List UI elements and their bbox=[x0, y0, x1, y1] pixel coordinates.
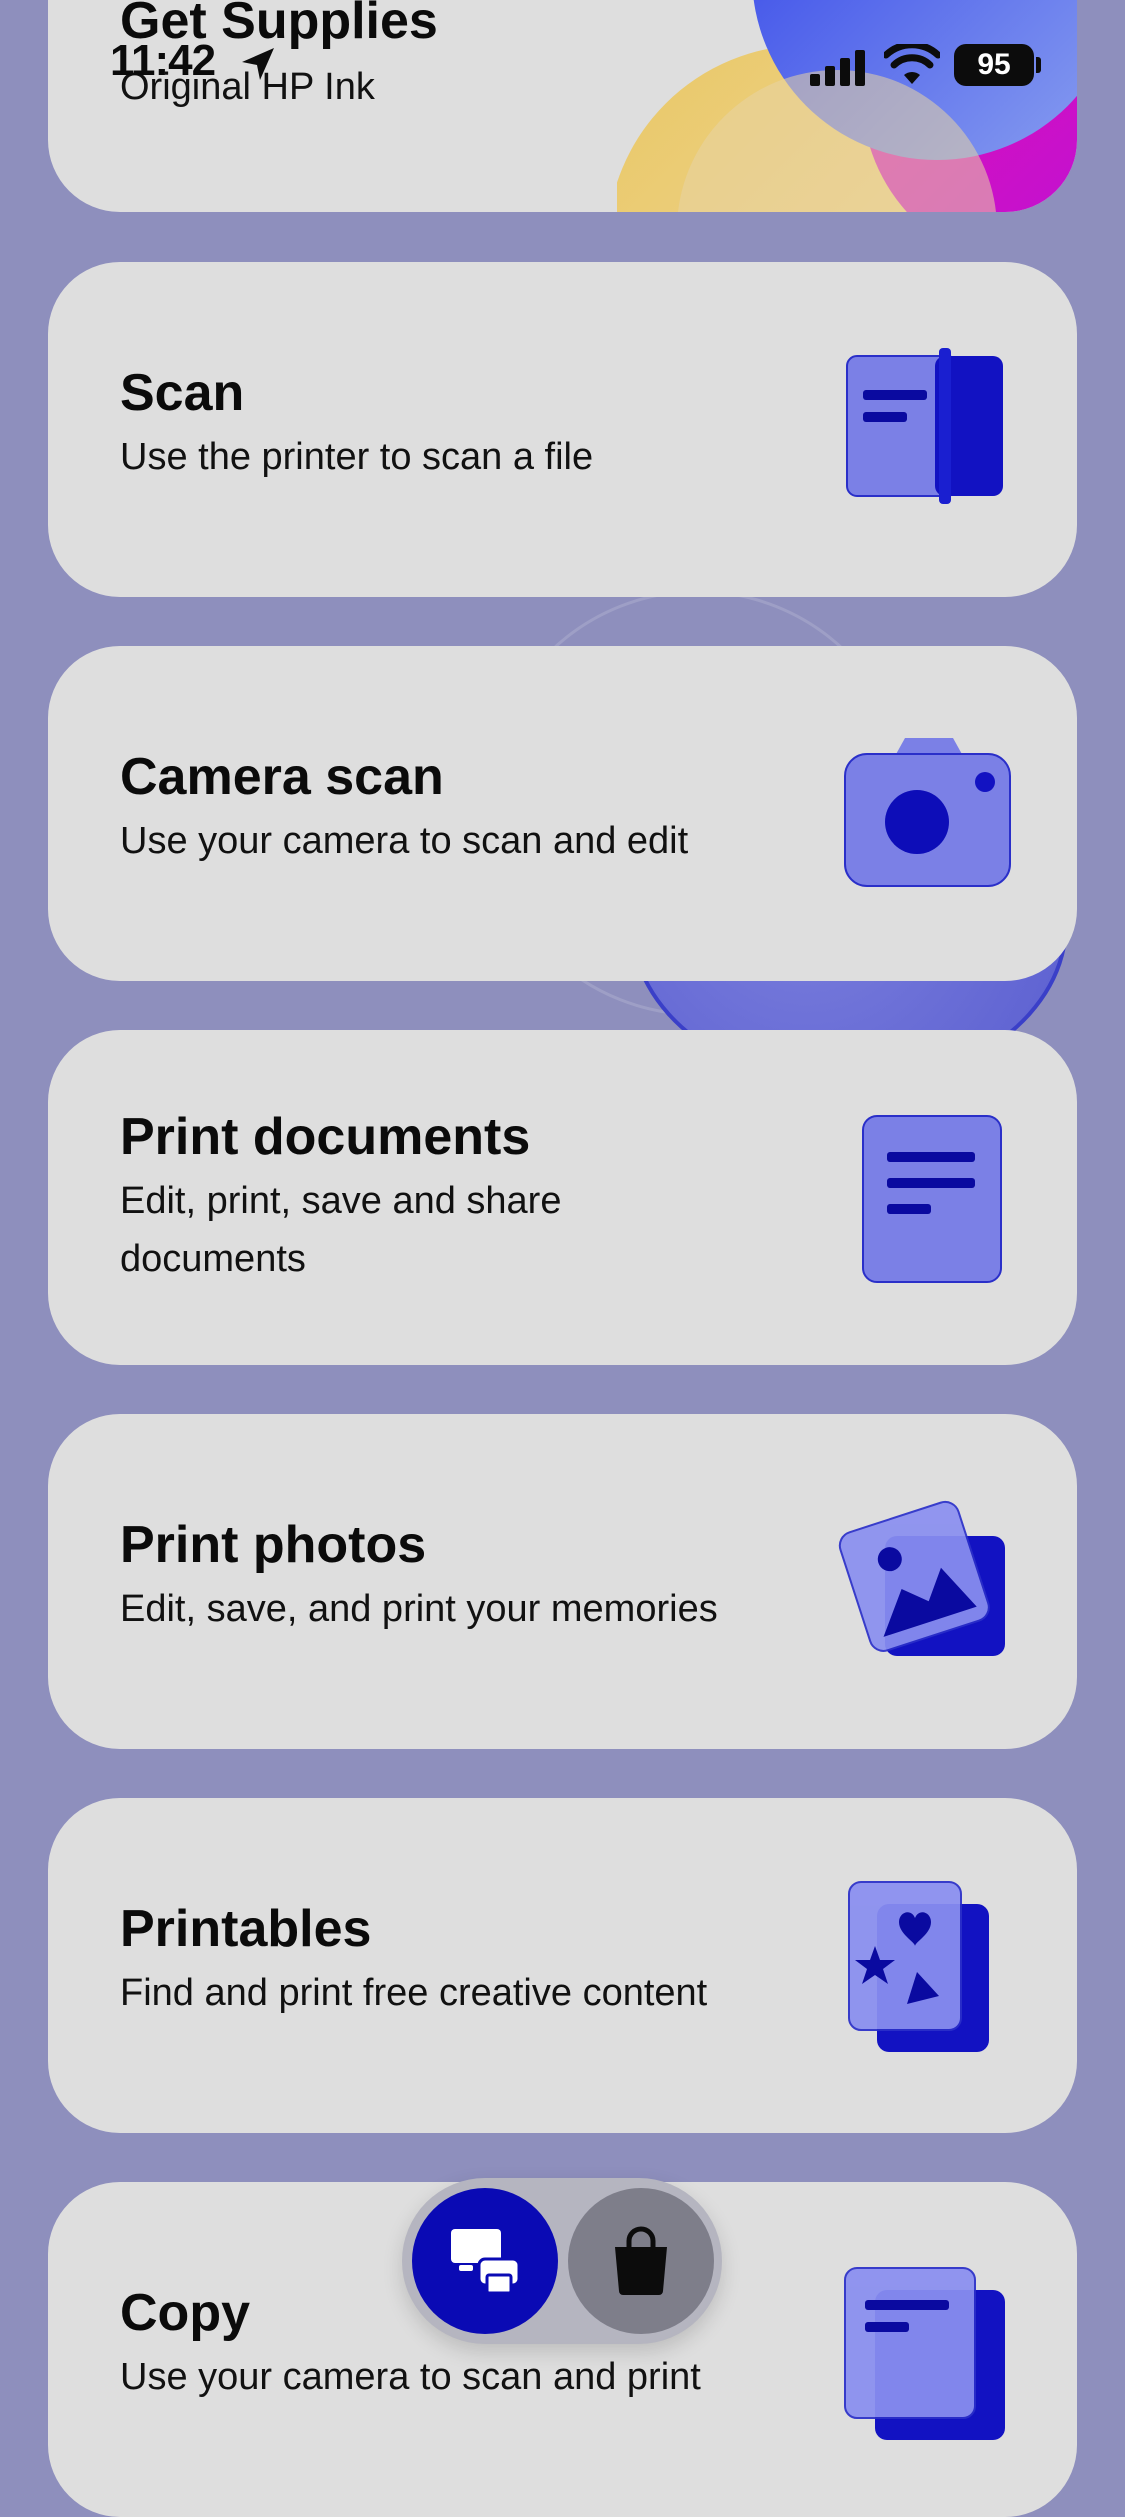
cellular-signal-icon bbox=[810, 50, 865, 86]
shop-tab[interactable] bbox=[568, 2188, 714, 2334]
wifi-icon bbox=[884, 44, 940, 84]
print-documents-card[interactable]: Print documents Edit, print, save and sh… bbox=[48, 1030, 1077, 1365]
location-arrow-icon bbox=[242, 48, 274, 80]
print-photos-subtitle: Edit, save, and print your memories bbox=[120, 1588, 718, 1630]
scan-title: Scan bbox=[120, 364, 245, 422]
printables-card[interactable]: Printables Find and print free creative … bbox=[48, 1798, 1077, 2133]
camera-scan-title: Camera scan bbox=[120, 748, 444, 806]
copy-subtitle: Use your camera to scan and print bbox=[120, 2356, 701, 2398]
status-bar: 11:42 95 bbox=[0, 0, 1125, 140]
printer-tab[interactable] bbox=[412, 2188, 558, 2334]
printables-icon bbox=[848, 1881, 989, 2052]
printables-title: Printables bbox=[120, 1900, 372, 1958]
print-photos-card[interactable]: Print photos Edit, save, and print your … bbox=[48, 1414, 1077, 1749]
document-icon bbox=[862, 1115, 1002, 1283]
photo-icon bbox=[838, 1500, 1005, 1656]
printables-subtitle: Find and print free creative content bbox=[120, 1972, 708, 2014]
camera-icon bbox=[844, 738, 1011, 887]
print-photos-title: Print photos bbox=[120, 1516, 427, 1574]
print-documents-subtitle: Edit, print, save and share documents bbox=[120, 1180, 562, 1280]
floating-tab-bar bbox=[402, 2178, 722, 2344]
battery-tip bbox=[1036, 57, 1041, 73]
copy-icon bbox=[844, 2267, 1005, 2440]
camera-scan-subtitle: Use your camera to scan and edit bbox=[120, 820, 689, 862]
printer-icon bbox=[451, 2229, 521, 2295]
scan-card[interactable]: Scan Use the printer to scan a file bbox=[48, 262, 1077, 597]
status-time: 11:42 bbox=[110, 36, 216, 85]
scan-subtitle: Use the printer to scan a file bbox=[120, 436, 594, 478]
battery-indicator: 95 bbox=[954, 44, 1034, 86]
print-documents-title: Print documents bbox=[120, 1108, 531, 1166]
camera-scan-card[interactable]: Camera scan Use your camera to scan and … bbox=[48, 646, 1077, 981]
shopping-bag-icon bbox=[615, 2226, 667, 2295]
scanner-icon bbox=[846, 348, 1003, 504]
